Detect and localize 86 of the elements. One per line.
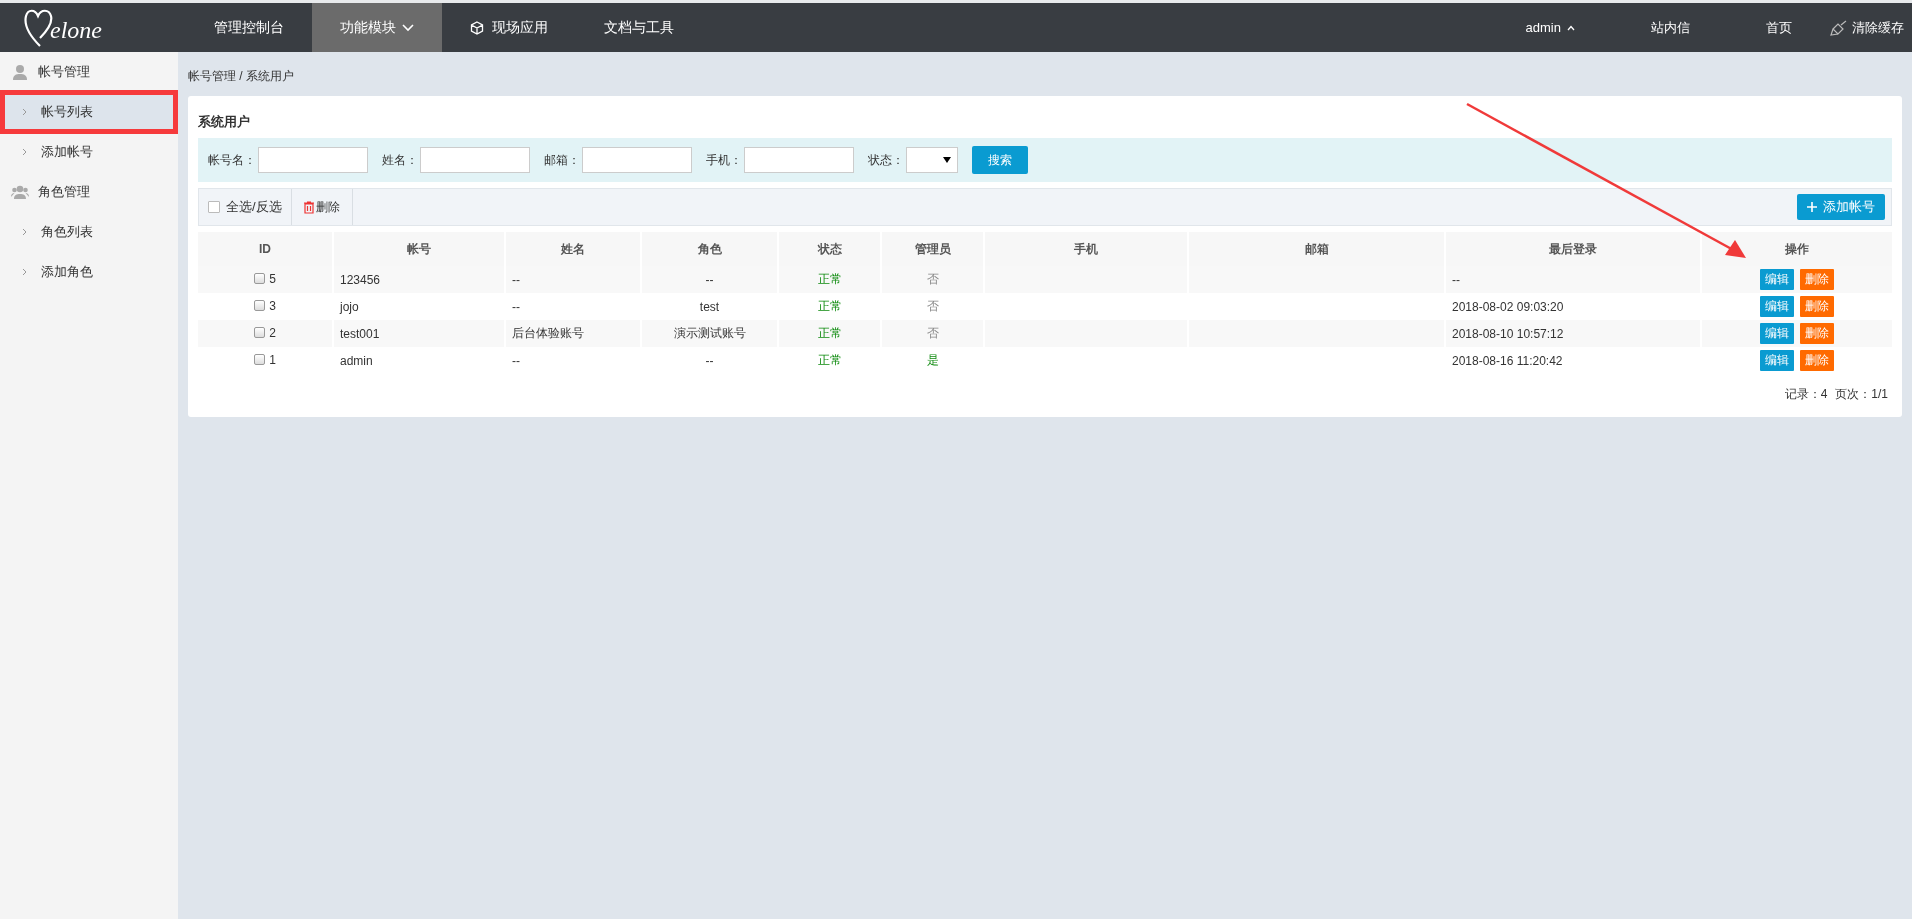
chevron-right-icon bbox=[22, 268, 27, 276]
nav-link[interactable]: 首页 bbox=[1728, 18, 1830, 37]
table-cell: test001 bbox=[334, 320, 504, 347]
id-text: 1 bbox=[269, 352, 276, 367]
table-cell: 否 bbox=[882, 320, 983, 347]
checkbox[interactable] bbox=[254, 354, 266, 366]
input-field[interactable] bbox=[744, 147, 854, 173]
delete-button[interactable]: 删除 bbox=[291, 189, 353, 225]
nav-tab[interactable]: 功能模块 bbox=[312, 3, 442, 52]
table-cell: 123456 bbox=[334, 266, 504, 293]
plus-icon bbox=[1807, 202, 1817, 212]
chevron-right-icon bbox=[22, 148, 27, 156]
table-cell: 演示测试账号 bbox=[642, 320, 777, 347]
sidebar-item[interactable]: 添加帐号 bbox=[2, 132, 176, 172]
table-cell-text: test bbox=[698, 298, 721, 316]
table-cell: 后台体验账号 bbox=[506, 320, 640, 347]
table-cell-text: 是 bbox=[925, 352, 940, 369]
chevron-right-icon bbox=[22, 108, 27, 116]
table-cell-text: -- bbox=[704, 352, 715, 370]
checkbox[interactable] bbox=[254, 273, 266, 285]
user-menu[interactable]: admin bbox=[1487, 20, 1613, 35]
column-header: 角色 bbox=[642, 232, 777, 266]
column-header: 手机 bbox=[985, 232, 1187, 266]
dropdown-triangle-icon bbox=[943, 157, 951, 163]
table-cell: -- bbox=[642, 266, 777, 293]
table-cell-text: 正常 bbox=[816, 298, 843, 315]
person-icon bbox=[12, 64, 28, 80]
sidebar-item[interactable]: 帐号列表 bbox=[2, 92, 176, 132]
trash-icon bbox=[303, 200, 314, 214]
input-field[interactable] bbox=[582, 147, 692, 173]
caret-up-icon bbox=[1567, 24, 1575, 31]
clear-cache-button[interactable]: 清除缓存 bbox=[1830, 18, 1912, 37]
sidebar-group-title: 角色管理 bbox=[38, 183, 90, 201]
table-cell: 否 bbox=[882, 266, 983, 293]
checkbox[interactable] bbox=[208, 201, 220, 213]
cube-icon bbox=[470, 20, 484, 35]
column-header: 最后登录 bbox=[1446, 232, 1700, 266]
filter-label: 手机： bbox=[706, 151, 742, 169]
column-header: 邮箱 bbox=[1189, 232, 1444, 266]
checkbox[interactable] bbox=[254, 327, 266, 339]
id-text: 2 bbox=[269, 325, 276, 340]
column-header: 管理员 bbox=[882, 232, 983, 266]
id-text: 3 bbox=[269, 298, 276, 313]
record-count: 记录：4 bbox=[1784, 386, 1828, 403]
table-cell-text: admin bbox=[339, 352, 374, 370]
sidebar-item[interactable]: 角色列表 bbox=[2, 212, 176, 252]
checkbox[interactable] bbox=[254, 300, 266, 312]
filter-label: 状态： bbox=[868, 151, 904, 169]
table-cell: -- bbox=[506, 266, 640, 293]
table-cell-text: 2018-08-16 11:20:42 bbox=[1451, 352, 1564, 370]
column-header: 帐号 bbox=[334, 232, 504, 266]
nav-tab[interactable]: 现场应用 bbox=[442, 3, 576, 52]
sidebar-item[interactable]: 添加角色 bbox=[2, 252, 176, 292]
input-field[interactable] bbox=[420, 147, 530, 173]
breadcrumb: 帐号管理 / 系统用户 bbox=[188, 67, 295, 85]
filter-label: 帐号名： bbox=[208, 151, 256, 169]
sidebar-group-title: 帐号管理 bbox=[38, 63, 90, 81]
filter-label: 姓名： bbox=[382, 151, 418, 169]
table-cell: 正常 bbox=[779, 266, 880, 293]
filter-label: 邮箱： bbox=[544, 151, 580, 169]
logo-text: elone bbox=[50, 17, 102, 44]
select-all-label[interactable]: 全选/反选 bbox=[226, 198, 282, 216]
panel-title: 系统用户 bbox=[198, 113, 251, 131]
table-cell: -- bbox=[1446, 266, 1700, 293]
table-cell-text: jojo bbox=[338, 298, 360, 316]
table-cell-text: 否 bbox=[925, 298, 940, 315]
table-cell-text: -- bbox=[511, 298, 521, 316]
column-header: 状态 bbox=[779, 232, 880, 266]
column-header: 操作 bbox=[1702, 232, 1892, 266]
chevron-down-icon bbox=[402, 23, 414, 32]
page-count: 页次：1/1 bbox=[1835, 386, 1888, 403]
input-field[interactable] bbox=[258, 147, 368, 173]
nav-tab[interactable]: 管理控制台 bbox=[186, 3, 312, 52]
people-icon bbox=[11, 185, 29, 199]
table-cell: 正常 bbox=[779, 320, 880, 347]
chevron-right-icon bbox=[22, 228, 27, 236]
table-cell-text: 2018-08-02 09:03:20 bbox=[1451, 298, 1565, 316]
column-header: 姓名 bbox=[506, 232, 640, 266]
status-dropdown[interactable] bbox=[906, 147, 958, 173]
table-cell-text: -- bbox=[511, 352, 521, 370]
nav-link[interactable]: 站内信 bbox=[1613, 18, 1728, 37]
nav-tab[interactable]: 文档与工具 bbox=[576, 3, 702, 52]
column-header: ID bbox=[198, 232, 332, 266]
id-text: 5 bbox=[269, 271, 276, 286]
table-cell: 2018-08-10 10:57:12 bbox=[1446, 320, 1700, 347]
table-cell-text: 正常 bbox=[816, 352, 843, 369]
